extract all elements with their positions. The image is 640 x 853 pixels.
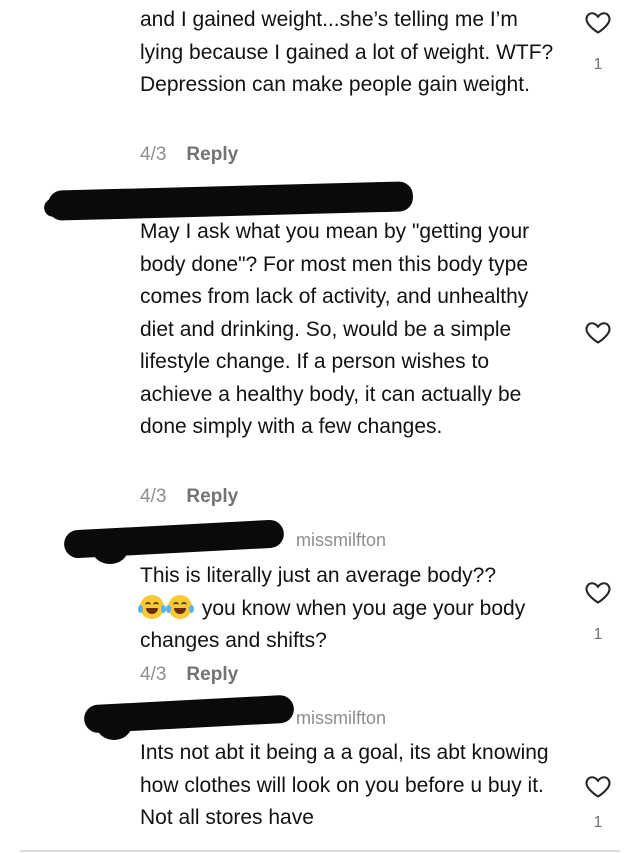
redacted-avatar: [96, 708, 132, 740]
comment-text-line1: This is literally just an average body??: [140, 564, 497, 587]
like-button[interactable]: [582, 318, 614, 346]
reply-to-handle[interactable]: missmilfton: [296, 708, 386, 729]
comment-date: 4/3: [140, 664, 167, 685]
comment-meta: 4/3 Reply: [140, 664, 238, 686]
reply-to-handle[interactable]: missmilfton: [296, 530, 386, 551]
redacted-avatar: [92, 534, 128, 564]
like-button[interactable]: 1: [582, 578, 614, 644]
reply-button[interactable]: Reply: [186, 144, 238, 166]
heart-outline-icon: [585, 12, 611, 34]
face-with-tears-of-joy-icon: [166, 594, 194, 619]
like-button[interactable]: 1: [582, 772, 614, 832]
like-button[interactable]: 1: [582, 8, 614, 74]
reply-button[interactable]: Reply: [186, 486, 238, 508]
comment-date: 4/3: [140, 486, 167, 507]
comment-meta: 4/3 Reply: [140, 486, 238, 508]
comment-text: and I gained weight...she’s telling me I…: [140, 8, 554, 96]
comments-thread: and I gained weight...she’s telling me I…: [0, 0, 640, 853]
like-count: 1: [593, 814, 603, 831]
face-with-tears-of-joy-icon: [138, 594, 166, 619]
divider: [20, 850, 620, 852]
comment-date: 4/3: [140, 144, 167, 165]
heart-outline-icon: [585, 776, 611, 798]
comment-meta: 4/3 Reply: [140, 144, 238, 166]
like-count: 1: [593, 626, 603, 643]
heart-outline-icon: [585, 322, 611, 344]
comment-text-rest: you know when you age your body changes …: [140, 596, 526, 653]
comment-text: Ints not abt it being a a goal, its abt …: [140, 741, 549, 829]
like-count: 1: [593, 56, 603, 73]
comment-text: This is literally just an average body??…: [138, 560, 560, 658]
reply-button[interactable]: Reply: [186, 664, 238, 686]
heart-outline-icon: [585, 582, 611, 604]
comment-text: May I ask what you mean by "getting your…: [140, 220, 530, 438]
